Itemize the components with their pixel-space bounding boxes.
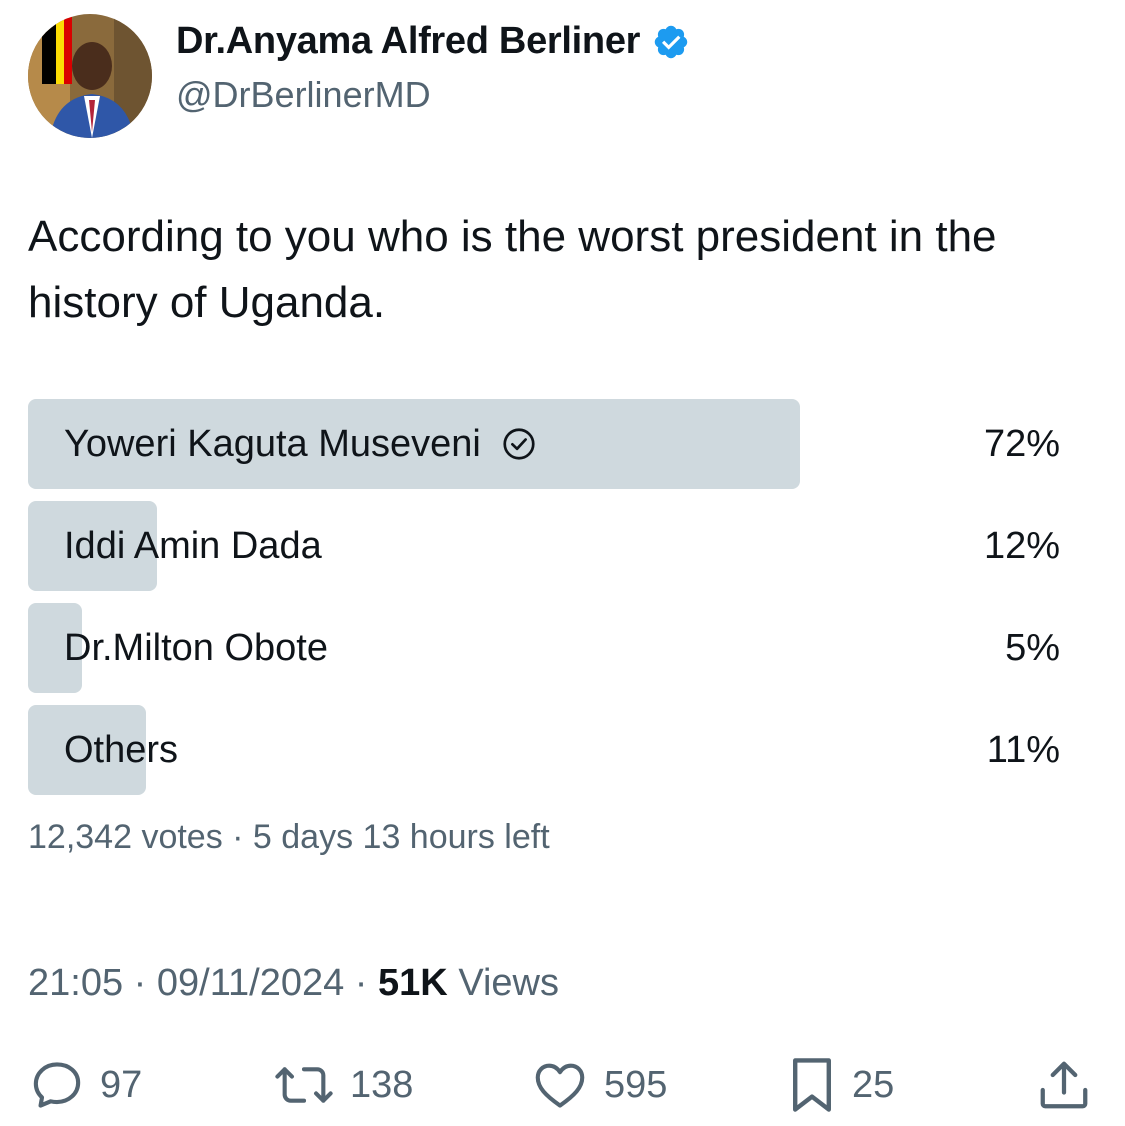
like-icon[interactable] [530,1056,590,1114]
reply-count: 97 [100,1063,143,1106]
reply-button[interactable]: 97 [28,1050,142,1120]
tweet-text: According to you who is the worst presid… [28,212,997,327]
poll-option-percent: 11% [986,729,1060,771]
poll-option-label: Others [64,729,179,771]
poll-option-label: Yoweri Kaguta Museveni [64,423,481,465]
tweet-date[interactable]: 09/11/2024 [157,962,344,1004]
retweet-count: 138 [350,1063,414,1106]
share-button[interactable] [1034,1050,1094,1120]
like-count: 595 [604,1063,668,1106]
tweet-time[interactable]: 21:05 [28,962,123,1004]
avatar[interactable] [28,14,152,138]
reply-icon[interactable] [28,1056,86,1114]
bookmark-count: 25 [852,1063,895,1106]
poll-option-label: Iddi Amin Dada [64,525,322,567]
poll-option-percent: 72% [983,423,1060,465]
poll-option: Iddi Amin Dada 12% [28,501,1088,591]
verified-badge-icon[interactable] [652,23,690,61]
poll-option: Dr.Milton Obote 5% [28,603,1088,693]
poll: Yoweri Kaguta Museveni 72% Iddi Amin Dad… [28,399,1088,807]
bookmark-button[interactable]: 25 [786,1050,894,1120]
poll-option-percent: 12% [983,525,1060,567]
poll-option-label: Dr.Milton Obote [64,627,328,669]
selected-check-icon [501,426,537,462]
poll-option: Yoweri Kaguta Museveni 72% [28,399,1088,489]
views-label[interactable]: Views [458,962,559,1004]
retweet-button[interactable]: 138 [272,1050,413,1120]
author-name[interactable]: Dr.Anyama Alfred Berliner [176,20,640,63]
like-button[interactable]: 595 [530,1050,667,1120]
author-name-row[interactable]: Dr.Anyama Alfred Berliner [176,20,690,63]
poll-option-percent: 5% [1005,627,1060,669]
tweet-timestamp[interactable]: 21:05 · 09/11/2024 · 51K Views [28,962,559,1005]
poll-meta: 12,342 votes · 5 days 13 hours left [28,818,550,856]
retweet-icon[interactable] [272,1056,336,1114]
views-count[interactable]: 51K [378,962,448,1004]
action-bar: 97 138 595 25 [0,1050,1125,1120]
bookmark-icon[interactable] [786,1054,838,1116]
author-handle[interactable]: @DrBerlinerMD [176,74,431,116]
poll-option: Others 11% [28,705,1088,795]
share-icon[interactable] [1034,1055,1094,1115]
